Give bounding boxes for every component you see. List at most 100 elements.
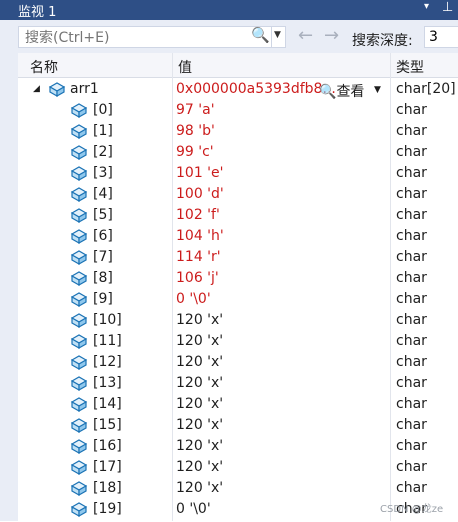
row-name: [10] [93,312,122,328]
watch-row[interactable]: [3] 101 'e' char [18,163,458,184]
search-depth-field[interactable]: 3 [424,26,458,48]
back-arrow-icon[interactable]: ← [298,25,313,46]
row-type: char [396,312,427,328]
variable-icon [70,375,88,392]
row-name: [1] [93,123,113,139]
watch-row[interactable]: [17] 120 'x' char [18,457,458,478]
watch-row[interactable]: [18] 120 'x' char [18,478,458,499]
row-type: char [396,207,427,223]
row-type: char [396,396,427,412]
row-value[interactable]: 102 'f' [176,207,220,223]
watch-row[interactable]: [4] 100 'd' char [18,184,458,205]
watch-row[interactable]: [12] 120 'x' char [18,352,458,373]
row-name: [8] [93,270,113,286]
row-name: [16] [93,438,122,454]
row-name: arr1 [70,81,99,97]
variable-icon [70,354,88,371]
view-chevron-down-icon[interactable]: ▼ [374,85,381,95]
row-name: [3] [93,165,113,181]
row-name: [2] [93,144,113,160]
row-value[interactable]: 100 'd' [176,186,224,202]
row-name: [4] [93,186,113,202]
variable-icon [70,123,88,140]
row-name: [7] [93,249,113,265]
watch-row[interactable]: [7] 114 'r' char [18,247,458,268]
variable-icon [70,396,88,413]
row-type: char [396,270,427,286]
row-value[interactable]: 120 'x' [176,438,223,454]
watch-row[interactable]: [10] 120 'x' char [18,310,458,331]
row-value[interactable]: 120 'x' [176,375,223,391]
watch-row[interactable]: [5] 102 'f' char [18,205,458,226]
row-value[interactable]: 120 'x' [176,459,223,475]
row-value[interactable]: 99 'c' [176,144,214,160]
watch-grid: 名称 值 类型 ◢ arr1 0x000000a5393dfb8... 🔍查看 ▼ cha… [18,53,458,521]
view-button[interactable]: 🔍查看 [319,81,364,101]
search-icon[interactable]: 🔍 [251,26,270,44]
watermark: CSDN @龙ze [380,504,444,515]
row-type: char [396,333,427,349]
title-bar: 监视 1 ▾ ⊥ [0,0,458,20]
row-value[interactable]: 98 'b' [176,123,215,139]
row-type: char [396,144,427,160]
row-value[interactable]: 97 'a' [176,102,215,118]
row-name: [13] [93,375,122,391]
variable-icon [70,249,88,266]
watch-row[interactable]: [11] 120 'x' char [18,331,458,352]
row-value[interactable]: 120 'x' [176,396,223,412]
watch-row[interactable]: [15] 120 'x' char [18,415,458,436]
watch-row[interactable]: [6] 104 'h' char [18,226,458,247]
row-name: [5] [93,207,113,223]
search-options-chevron-icon[interactable]: ▼ [274,30,281,40]
row-value[interactable]: 120 'x' [176,354,223,370]
watch-row[interactable]: [0] 97 'a' char [18,100,458,121]
variable-icon [70,270,88,287]
variable-icon [70,459,88,476]
row-value[interactable]: 104 'h' [176,228,224,244]
variable-icon [70,186,88,203]
variable-icon [70,312,88,329]
row-value[interactable]: 0 '\0' [176,501,211,517]
row-name: [0] [93,102,113,118]
variable-icon [70,417,88,434]
watch-row[interactable]: [16] 120 'x' char [18,436,458,457]
watch-row[interactable]: [2] 99 'c' char [18,142,458,163]
expand-arrow-icon[interactable]: ◢ [33,84,40,94]
row-value[interactable]: 120 'x' [176,333,223,349]
row-value[interactable]: 120 'x' [176,312,223,328]
column-header-value[interactable]: 值 [178,57,192,77]
forward-arrow-icon[interactable]: → [324,25,339,46]
row-type: char [396,480,427,496]
row-type: char [396,375,427,391]
variable-icon [48,81,66,98]
row-value[interactable]: 114 'r' [176,249,221,265]
variable-icon [70,102,88,119]
row-type: char [396,438,427,454]
watch-row-root[interactable]: ◢ arr1 0x000000a5393dfb8... 🔍查看 ▼ char[20] [18,79,458,100]
watch-row[interactable]: [8] 106 'j' char [18,268,458,289]
row-name: [15] [93,417,122,433]
variable-icon [70,438,88,455]
variable-icon [70,501,88,518]
row-value[interactable]: 101 'e' [176,165,223,181]
row-type: char [396,291,427,307]
row-value[interactable]: 0 '\0' [176,291,211,307]
watch-row[interactable]: [1] 98 'b' char [18,121,458,142]
search-input[interactable] [23,28,249,48]
row-value[interactable]: 106 'j' [176,270,219,286]
column-header-name[interactable]: 名称 [30,57,58,77]
row-type: char [396,417,427,433]
row-value[interactable]: 120 'x' [176,417,223,433]
row-value[interactable]: 0x000000a5393dfb8... [176,81,336,97]
row-value[interactable]: 120 'x' [176,480,223,496]
watch-row[interactable]: [9] 0 '\0' char [18,289,458,310]
window-menu-chevron-icon[interactable]: ▾ [424,1,429,12]
watch-row[interactable]: [13] 120 'x' char [18,373,458,394]
row-type: char [396,354,427,370]
search-box[interactable]: 🔍 ▼ [18,26,286,48]
row-type: char [396,102,427,118]
column-header-type[interactable]: 类型 [396,57,424,77]
watch-row[interactable]: [14] 120 'x' char [18,394,458,415]
search-separator [271,27,272,47]
pin-icon[interactable]: ⊥ [442,0,453,15]
